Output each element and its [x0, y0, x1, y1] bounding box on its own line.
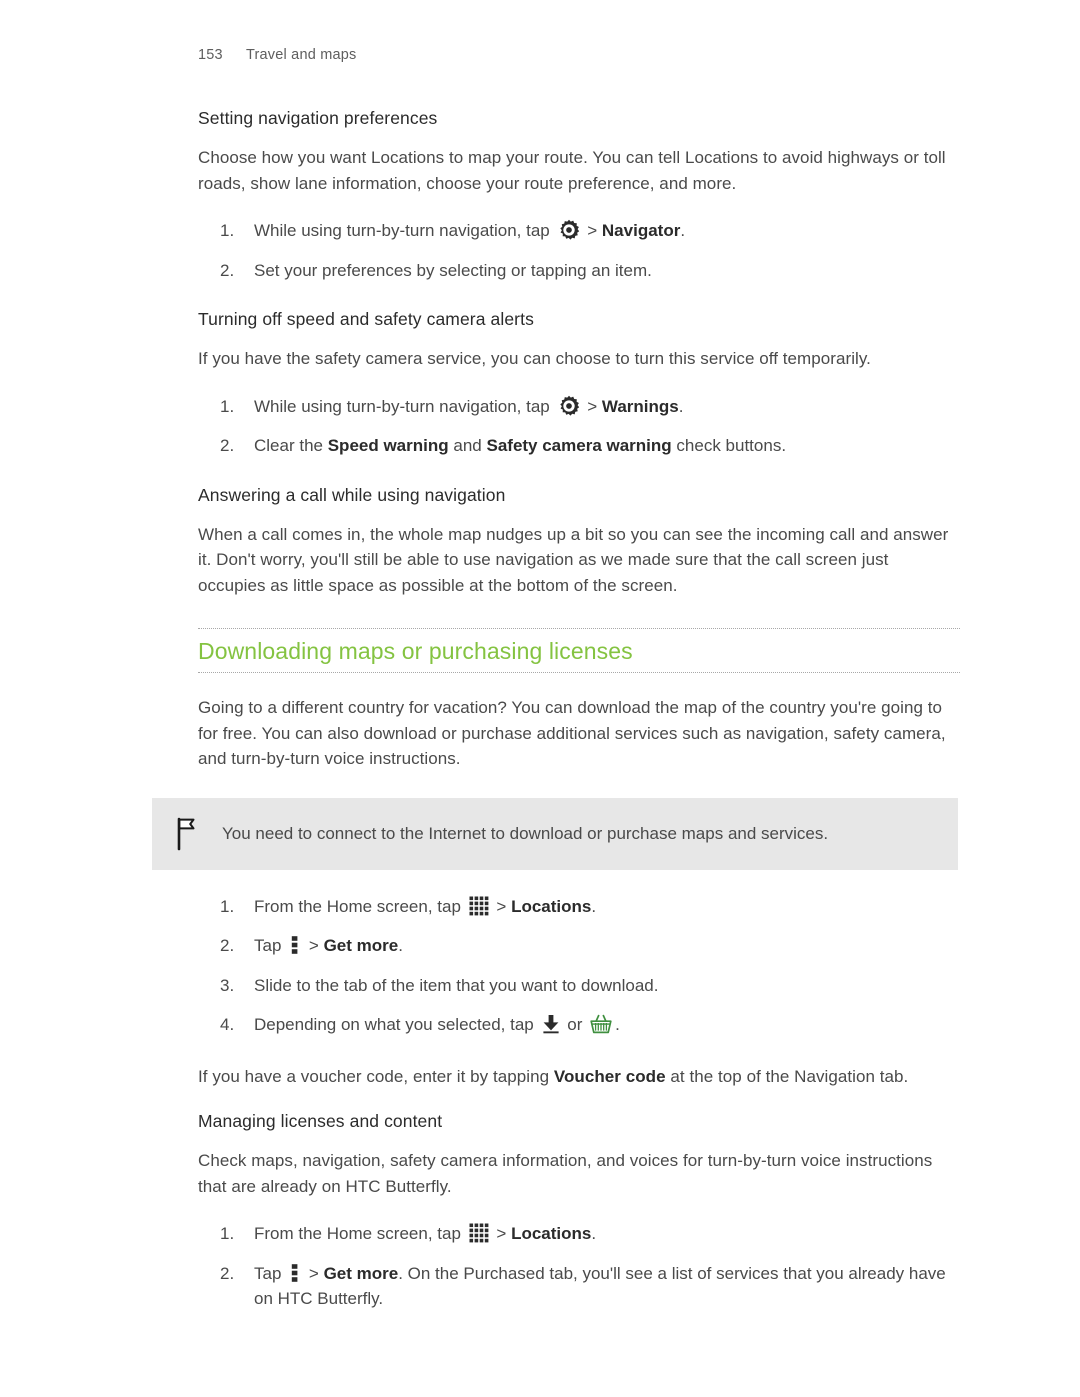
step-text: From the Home screen, tap — [254, 896, 461, 916]
step-text: Slide to the tab of the item that you wa… — [254, 975, 659, 995]
list-item: Set your preferences by selecting or tap… — [198, 258, 960, 284]
steps-camera-alerts: While using turn-by-turn navigation, tap… — [198, 394, 960, 459]
overflow-menu-icon — [291, 1263, 299, 1283]
overflow-menu-icon — [291, 935, 299, 955]
note-text: You need to connect to the Internet to d… — [222, 824, 829, 843]
page-running-header: 153 Travel and maps — [198, 47, 356, 63]
heading-downloading-maps: Downloading maps or purchasing licenses — [198, 638, 633, 664]
paragraph-nav-prefs-intro: Choose how you want Locations to map you… — [198, 148, 946, 193]
heading-managing-licenses: Managing licenses and content — [198, 1111, 443, 1131]
all-apps-grid-icon — [469, 896, 489, 916]
voucher-code-button-label: Voucher code — [553, 1066, 666, 1086]
step-target-locations: Locations — [511, 1224, 592, 1243]
note-callout: You need to connect to the Internet to d… — [152, 797, 958, 870]
list-item: While using turn-by-turn navigation, tap… — [198, 218, 960, 244]
step-target-warnings: Warnings — [601, 396, 679, 416]
page-number: 153 — [198, 47, 223, 63]
list-item: From the Home screen, tap > Locations. — [198, 1221, 960, 1247]
steps-nav-prefs: While using turn-by-turn navigation, tap… — [198, 218, 960, 283]
document-page: 153 Travel and maps Setting navigation p… — [0, 0, 1080, 1397]
list-item: Slide to the tab of the item that you wa… — [198, 973, 960, 999]
all-apps-grid-icon — [469, 1223, 489, 1243]
step-separator: > — [587, 396, 598, 416]
heading-setting-navigation-preferences: Setting navigation preferences — [198, 108, 438, 128]
list-item: Depending on what you selected, tap or . — [198, 1012, 960, 1038]
list-item: Clear the Speed warning and Safety camer… — [198, 433, 960, 459]
step-period: . — [398, 936, 403, 955]
step-separator: > — [308, 936, 319, 955]
settings-gear-icon — [558, 219, 580, 241]
step-conjunction: or — [567, 1015, 583, 1034]
step-period: . — [680, 221, 686, 240]
paragraph-managing-intro: Check maps, navigation, safety camera in… — [198, 1151, 933, 1196]
step-text: Tap — [254, 1263, 282, 1283]
step-target-navigator: Navigator — [601, 221, 681, 240]
shopping-basket-icon — [590, 1014, 612, 1034]
step-target-get-more: Get more — [323, 936, 399, 955]
steps-managing: From the Home screen, tap > Locations. T… — [198, 1221, 960, 1312]
step-separator: > — [496, 896, 507, 916]
heading-answering-a-call: Answering a call while using navigation — [198, 484, 506, 505]
paragraph-downloading-intro: Going to a different country for vacatio… — [198, 698, 946, 768]
step-text: Clear the — [254, 436, 323, 455]
step-text: From the Home screen, tap — [254, 1224, 461, 1243]
step-conjunction: and — [453, 436, 482, 455]
paragraph-camera-alerts-intro: If you have the safety camera service, y… — [198, 349, 871, 368]
step-period: . — [615, 1015, 620, 1034]
voucher-text-lead: If you have a voucher code, enter it by … — [198, 1066, 550, 1086]
page-content: Setting navigation preferences Choose ho… — [152, 108, 960, 1338]
step-text: Tap — [254, 936, 282, 955]
step-text: Depending on what you selected, tap — [254, 1015, 534, 1034]
step-text: While using turn-by-turn navigation, tap — [254, 396, 550, 416]
list-item: Tap > Get more. — [198, 933, 960, 959]
list-item: From the Home screen, tap > Locations. — [198, 894, 960, 920]
download-arrow-icon — [542, 1014, 560, 1034]
option-safety-camera-warning: Safety camera warning — [486, 436, 672, 455]
step-target-locations: Locations — [511, 896, 592, 916]
chapter-title: Travel and maps — [246, 47, 357, 63]
settings-gear-icon — [558, 395, 580, 417]
steps-downloading: From the Home screen, tap > Locations. T… — [198, 894, 960, 1038]
section-divider-downloading: Downloading maps or purchasing licenses — [198, 628, 960, 673]
option-speed-warning: Speed warning — [327, 436, 449, 455]
step-period: . — [678, 396, 684, 416]
step-period: . — [591, 1224, 597, 1243]
list-item: Tap > Get more. On the Purchased tab, yo… — [198, 1261, 960, 1312]
note-flag-icon — [174, 817, 200, 851]
step-text: Set your preferences by selecting or tap… — [254, 260, 652, 280]
paragraph-voucher-code: If you have a voucher code, enter it by … — [198, 1064, 960, 1090]
step-period: . — [591, 896, 597, 916]
step-text-tail: check buttons. — [676, 436, 787, 455]
step-separator: > — [308, 1263, 319, 1283]
paragraph-answering-a-call: When a call comes in, the whole map nudg… — [198, 524, 949, 595]
list-item: While using turn-by-turn navigation, tap… — [198, 394, 960, 420]
step-target-get-more: Get more — [323, 1263, 399, 1283]
heading-turning-off-camera-alerts: Turning off speed and safety camera aler… — [198, 309, 534, 329]
step-separator: > — [496, 1224, 507, 1243]
voucher-text-tail: at the top of the Navigation tab. — [670, 1066, 909, 1086]
step-text: While using turn-by-turn navigation, tap — [254, 221, 550, 240]
step-separator: > — [587, 221, 598, 240]
